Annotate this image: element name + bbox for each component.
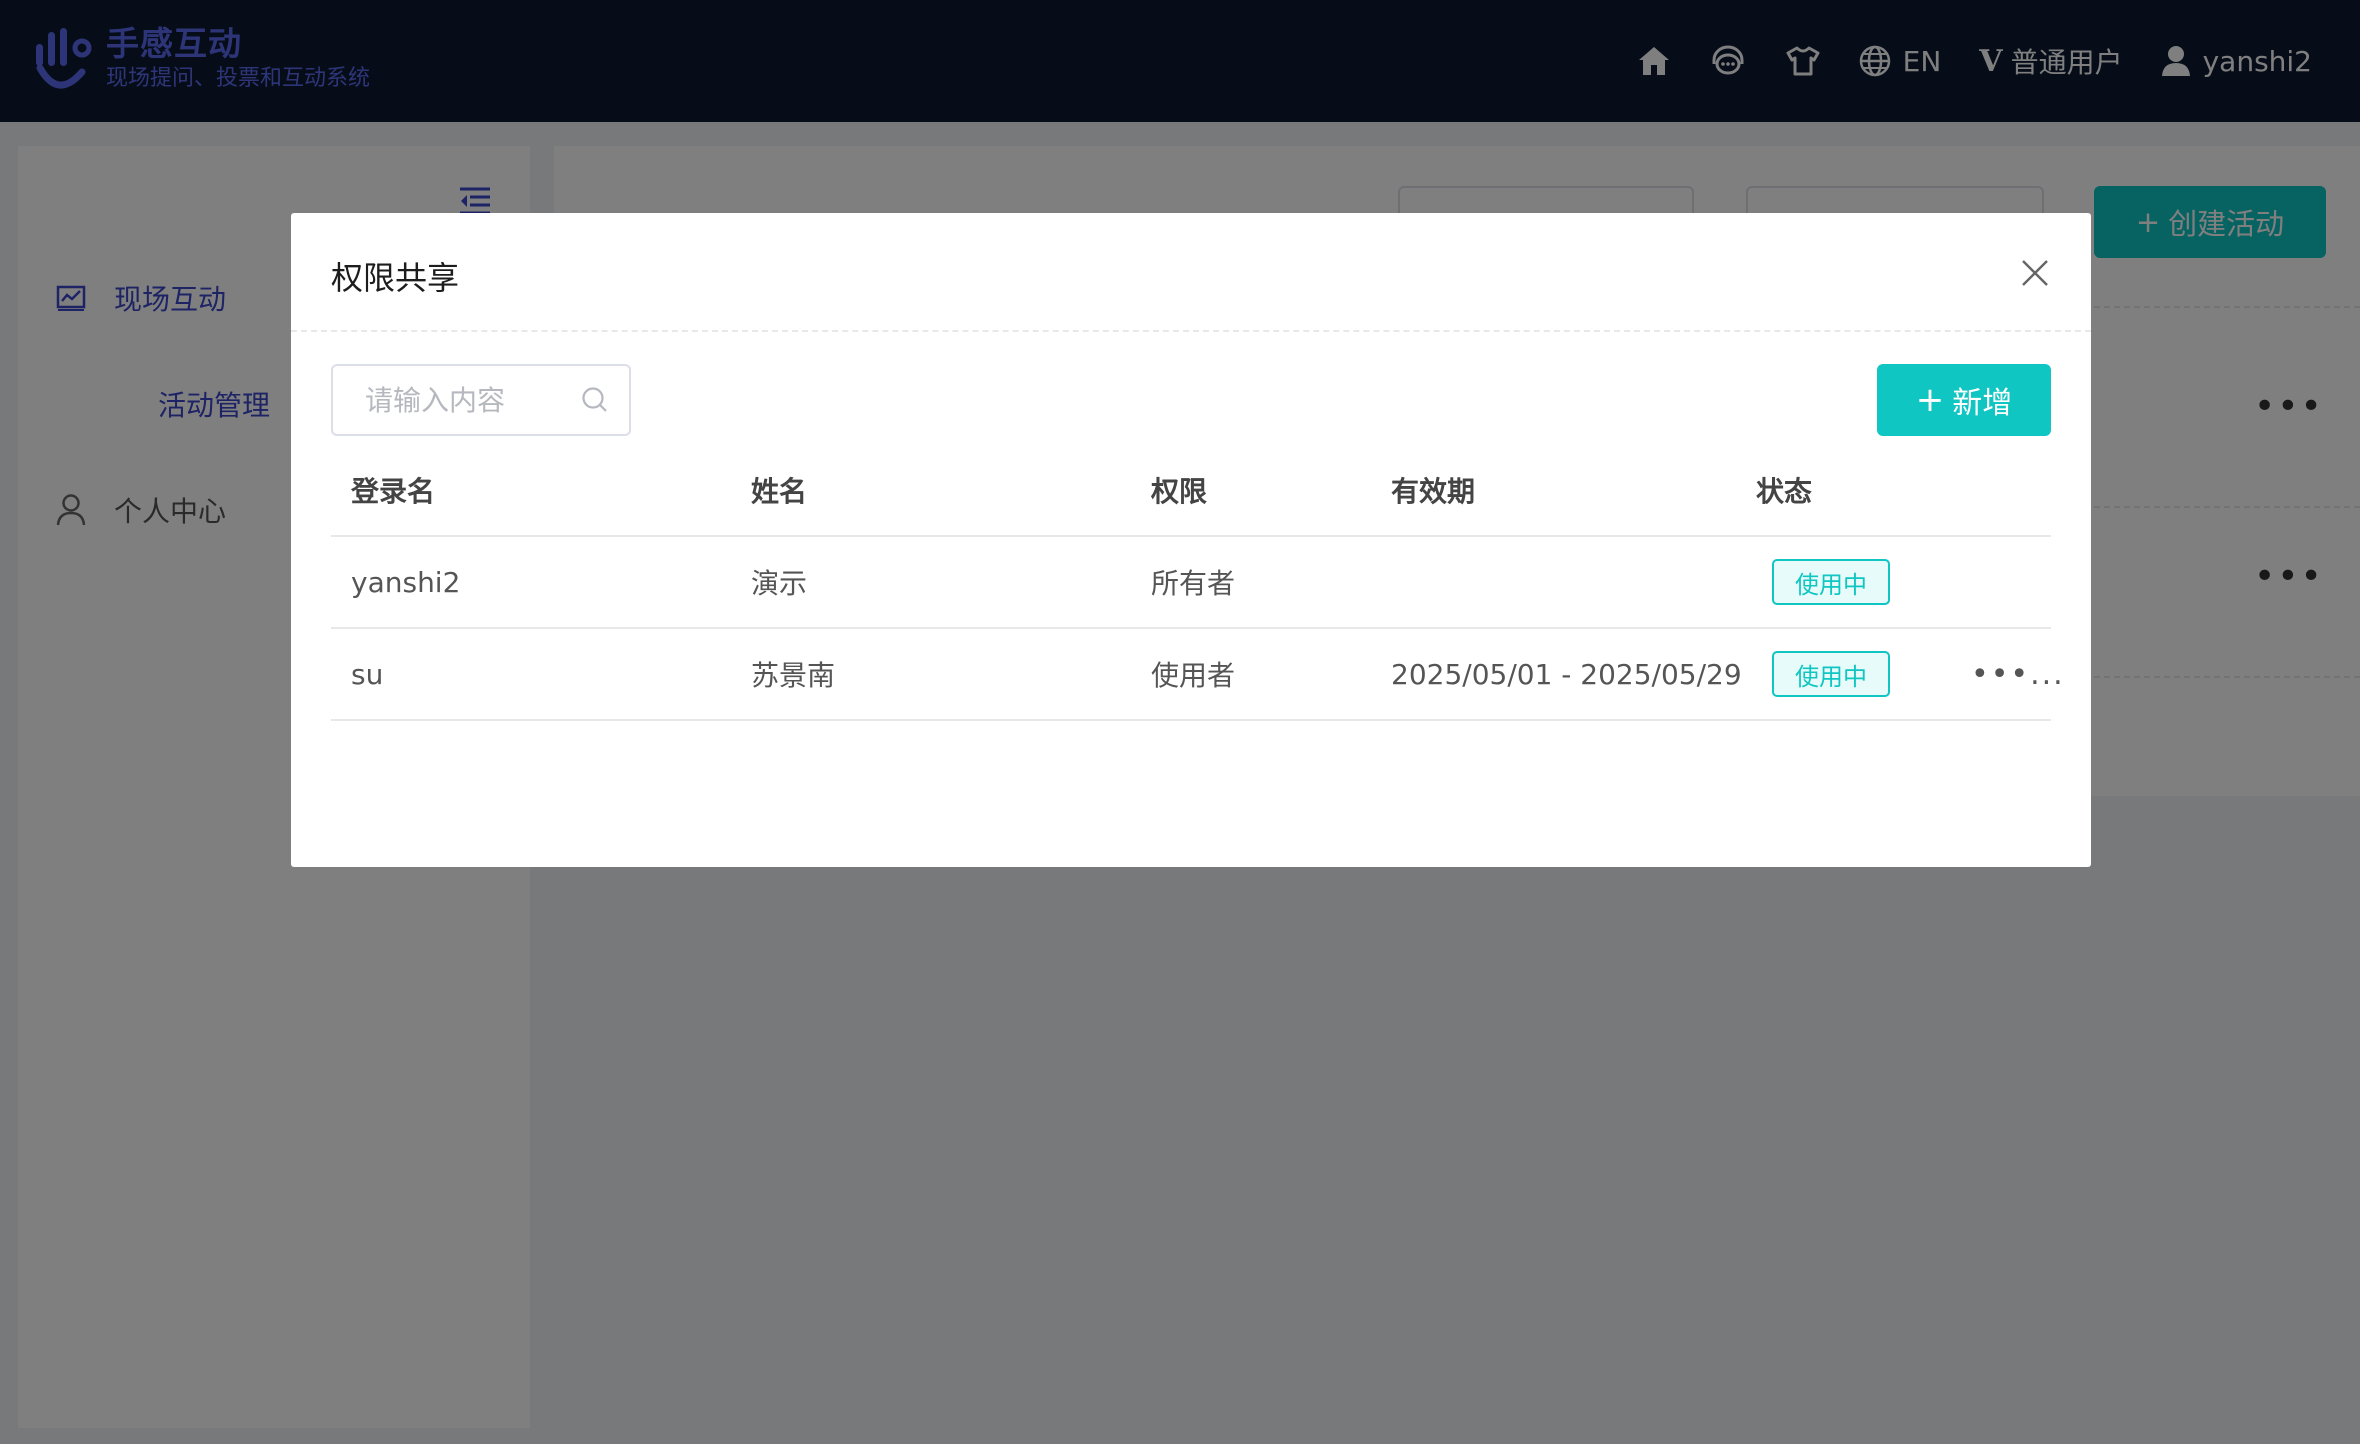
permission-share-dialog: 权限共享 + 新增 登录名 姓名 权限 有效期 状态 yanshi2 演示 所有… <box>291 213 2091 867</box>
cell-login: su <box>351 657 384 691</box>
column-header-validity: 有效期 <box>1391 475 1476 508</box>
column-header-status: 状态 <box>1756 475 1813 508</box>
column-header-name: 姓名 <box>751 475 808 508</box>
table-row: su 苏景南 使用者 2025/05/01 - 2025/05/29 使用中 •… <box>331 629 2063 721</box>
cell-permission: 使用者 <box>1151 659 1236 692</box>
search-icon[interactable] <box>581 386 609 414</box>
add-member-label: 新增 <box>1952 386 2013 421</box>
row-more-button[interactable]: •••... <box>1971 657 2065 692</box>
table-row: yanshi2 演示 所有者 使用中 <box>331 537 2051 629</box>
member-search-input[interactable] <box>363 382 567 418</box>
status-badge: 使用中 <box>1772 559 1890 605</box>
status-badge: 使用中 <box>1772 651 1890 697</box>
close-icon[interactable] <box>2019 257 2051 289</box>
cell-login: yanshi2 <box>351 565 461 599</box>
permission-table: 登录名 姓名 权限 有效期 状态 yanshi2 演示 所有者 使用中 su 苏… <box>331 445 2063 721</box>
member-search-field[interactable] <box>331 364 631 436</box>
column-header-login: 登录名 <box>351 475 436 508</box>
cell-name: 苏景南 <box>751 659 836 692</box>
dialog-title: 权限共享 <box>331 259 460 297</box>
cell-permission: 所有者 <box>1151 567 1236 600</box>
plus-icon: + <box>1915 380 1945 420</box>
dialog-divider <box>291 330 2091 332</box>
add-member-button[interactable]: + 新增 <box>1877 364 2051 436</box>
table-header: 登录名 姓名 权限 有效期 状态 <box>331 445 2051 537</box>
column-header-permission: 权限 <box>1151 475 1208 508</box>
cell-name: 演示 <box>751 567 808 600</box>
cell-validity: 2025/05/01 - 2025/05/29 <box>1391 657 1742 691</box>
